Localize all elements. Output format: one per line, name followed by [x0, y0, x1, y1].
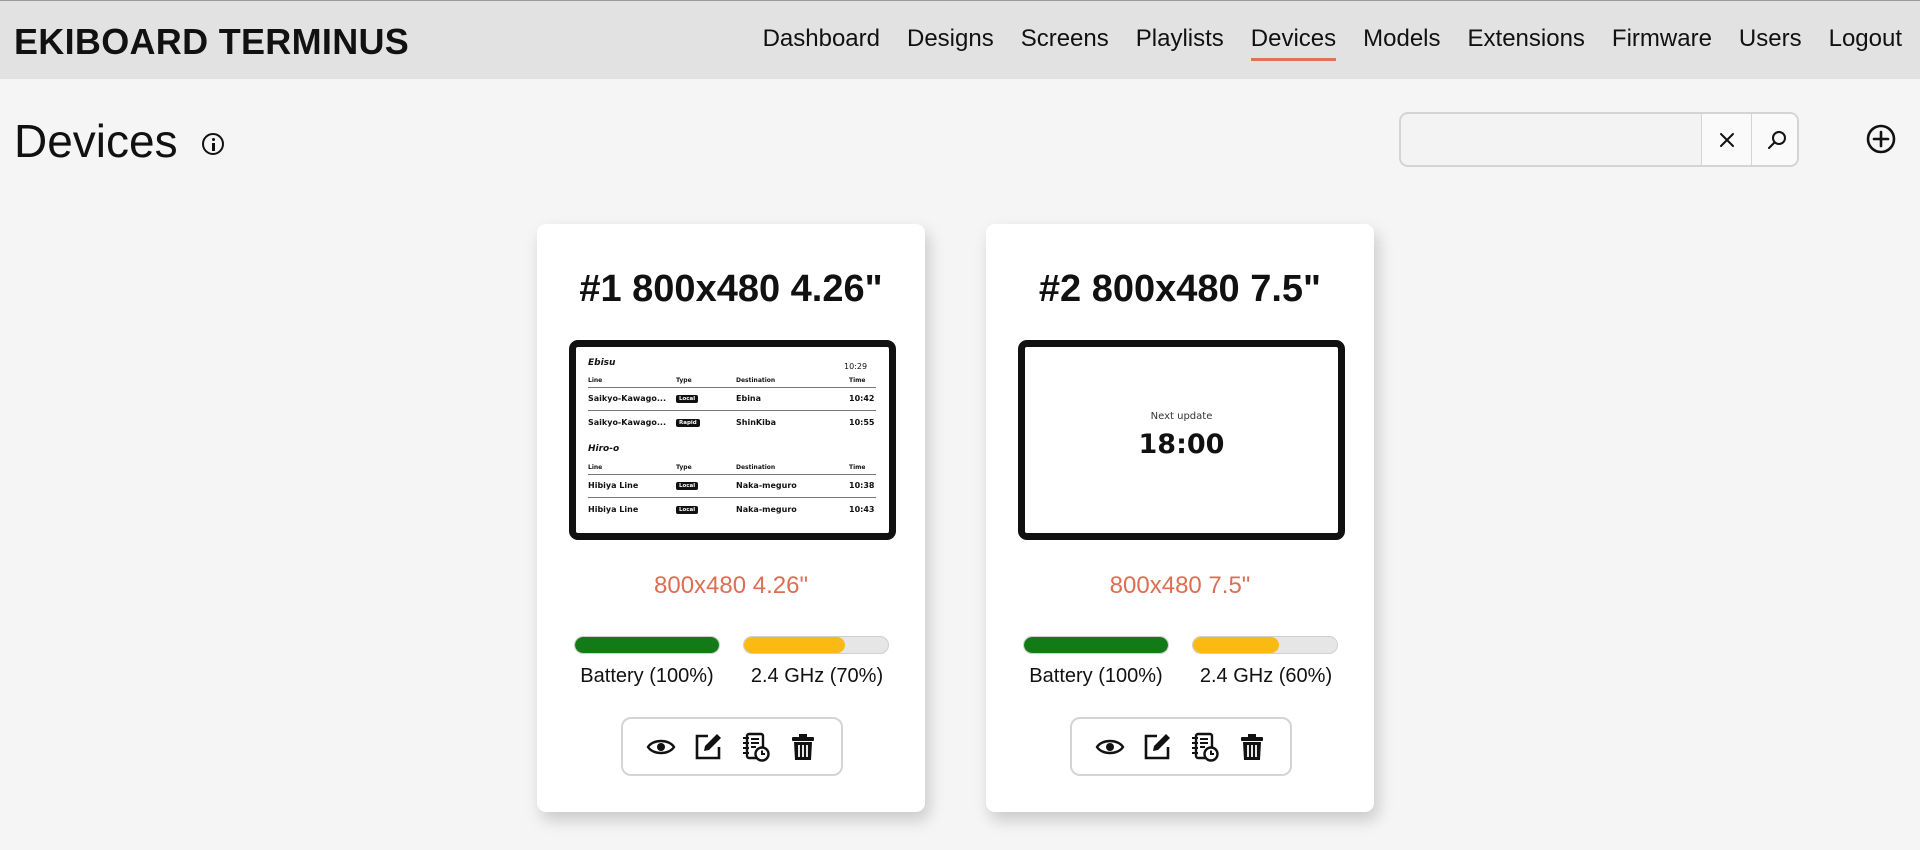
row-type-badge: Local: [676, 482, 699, 490]
search-icon: [1767, 130, 1786, 149]
info-icon[interactable]: [202, 133, 224, 155]
device-screen-preview[interactable]: Next update 18:00: [1018, 340, 1345, 540]
device-card: #2 800x480 7.5" Next update 18:00 800x48…: [986, 224, 1374, 812]
edit-icon: [695, 733, 722, 759]
row-time: 10:38: [849, 481, 875, 490]
edit-button[interactable]: [1141, 731, 1173, 763]
logs-button[interactable]: [740, 731, 772, 763]
device-actions: [1070, 717, 1292, 776]
row-time: 10:42: [849, 394, 875, 403]
timetable-preview: Ebisu 10:29 Line Type Destination Time S…: [576, 347, 889, 533]
battery-bar-fill: [1024, 637, 1168, 653]
station-name: Hiro-o: [588, 444, 620, 454]
column-header: Line: [588, 464, 603, 471]
search-box: [1399, 112, 1799, 167]
device-title: #2 800x480 7.5": [1038, 268, 1322, 310]
eye-icon: [1095, 739, 1125, 754]
wifi-bar: [1192, 636, 1338, 654]
nav-dashboard[interactable]: Dashboard: [763, 25, 880, 61]
device-screen-preview[interactable]: Ebisu 10:29 Line Type Destination Time S…: [569, 340, 896, 540]
wifi-label: 2.4 GHz (60%): [1199, 665, 1333, 687]
view-button[interactable]: [645, 731, 677, 763]
log-icon: [1191, 732, 1219, 762]
row-line: Hibiya Line: [588, 481, 639, 490]
row-destination: Naka-meguro: [736, 505, 797, 514]
next-update-time: 18:00: [1138, 429, 1225, 460]
row-type-badge: Rapid: [676, 419, 700, 427]
clear-search-button[interactable]: [1701, 114, 1751, 165]
nav-devices[interactable]: Devices: [1250, 25, 1337, 61]
wifi-bar-fill: [744, 637, 845, 653]
page-title: Devices: [14, 115, 178, 167]
row-time: 10:43: [849, 505, 875, 514]
device-actions: [621, 717, 843, 776]
edit-button[interactable]: [692, 731, 724, 763]
column-header: Line: [588, 377, 603, 384]
wifi-bar-fill: [1193, 637, 1280, 653]
add-device-button[interactable]: [1866, 124, 1896, 154]
column-header: Time: [849, 464, 866, 471]
delete-button[interactable]: [787, 731, 819, 763]
logs-button[interactable]: [1189, 731, 1221, 763]
device-model-label[interactable]: 800x480 7.5": [986, 572, 1374, 600]
edit-icon: [1144, 733, 1171, 759]
nav-screens[interactable]: Screens: [1021, 25, 1109, 61]
nav-designs[interactable]: Designs: [907, 25, 994, 61]
nav-extensions[interactable]: Extensions: [1468, 25, 1585, 61]
column-header: Destination: [736, 377, 776, 384]
delete-button[interactable]: [1236, 731, 1268, 763]
row-destination: Naka-meguro: [736, 481, 797, 490]
battery-bar: [574, 636, 720, 654]
device-card: #1 800x480 4.26" Ebisu 10:29 Line Type D…: [537, 224, 925, 812]
battery-label: Battery (100%): [1029, 665, 1163, 687]
top-navigation-bar: EKIBOARD TERMINUS Dashboard Designs Scre…: [0, 0, 1920, 79]
row-line: Saikyo-Kawago...: [588, 418, 666, 427]
search-input[interactable]: [1401, 114, 1701, 165]
nav-firmware[interactable]: Firmware: [1612, 25, 1712, 61]
row-time: 10:55: [849, 418, 875, 427]
next-update-label: Next update: [1150, 411, 1213, 422]
wifi-bar: [743, 636, 889, 654]
brand-logo[interactable]: EKIBOARD TERMINUS: [14, 21, 409, 63]
wifi-label: 2.4 GHz (70%): [750, 665, 884, 687]
main-nav: Dashboard Designs Screens Playlists Devi…: [736, 25, 1902, 61]
preview-clock: 10:29: [844, 362, 868, 371]
row-type-badge: Local: [676, 506, 699, 514]
column-header: Time: [849, 377, 866, 384]
nav-models[interactable]: Models: [1363, 25, 1440, 61]
eye-icon: [646, 739, 676, 754]
row-destination: Ebina: [736, 394, 762, 403]
view-button[interactable]: [1094, 731, 1126, 763]
station-name: Ebisu: [588, 358, 616, 368]
column-header: Destination: [736, 464, 776, 471]
battery-bar-fill: [575, 637, 719, 653]
nav-playlists[interactable]: Playlists: [1136, 25, 1224, 61]
close-icon: [1719, 132, 1734, 147]
device-title: #1 800x480 4.26": [579, 268, 883, 310]
row-line: Saikyo-Kawago...: [588, 394, 666, 403]
battery-label: Battery (100%): [580, 665, 714, 687]
trash-icon: [792, 733, 815, 760]
device-model-label[interactable]: 800x480 4.26": [537, 572, 925, 600]
row-type-badge: Local: [676, 395, 699, 403]
column-header: Type: [676, 377, 692, 384]
row-line: Hibiya Line: [588, 505, 639, 514]
nav-users[interactable]: Users: [1739, 25, 1802, 61]
row-destination: ShinKiba: [736, 418, 776, 427]
column-header: Type: [676, 464, 692, 471]
trash-icon: [1241, 733, 1264, 760]
plus-circle-icon: [1866, 124, 1896, 154]
log-icon: [742, 732, 770, 762]
battery-bar: [1023, 636, 1169, 654]
nav-logout[interactable]: Logout: [1829, 25, 1902, 61]
search-button[interactable]: [1751, 114, 1797, 165]
